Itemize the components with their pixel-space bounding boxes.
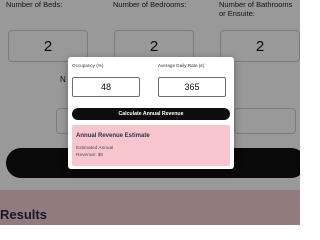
result-line-1: Estimated Annual <box>76 146 114 151</box>
rate-input[interactable] <box>158 77 226 97</box>
occupancy-label: Occupancy (%) <box>72 63 104 68</box>
rate-label: Average Daily Rate (£) <box>158 63 205 68</box>
revenue-modal: Occupancy (%) Average Daily Rate (£) Cal… <box>68 57 234 169</box>
result-line-2: Revenue: $0 <box>76 153 104 158</box>
occupancy-input[interactable] <box>72 77 140 97</box>
calculate-revenue-button[interactable]: Calculate Annual Revenue <box>72 108 230 120</box>
screen: Number of Beds: Number of Bedrooms: Numb… <box>0 0 300 225</box>
revenue-result-box: Annual Revenue Estimate Estimated Annual… <box>72 125 230 166</box>
result-title: Annual Revenue Estimate <box>76 133 150 139</box>
